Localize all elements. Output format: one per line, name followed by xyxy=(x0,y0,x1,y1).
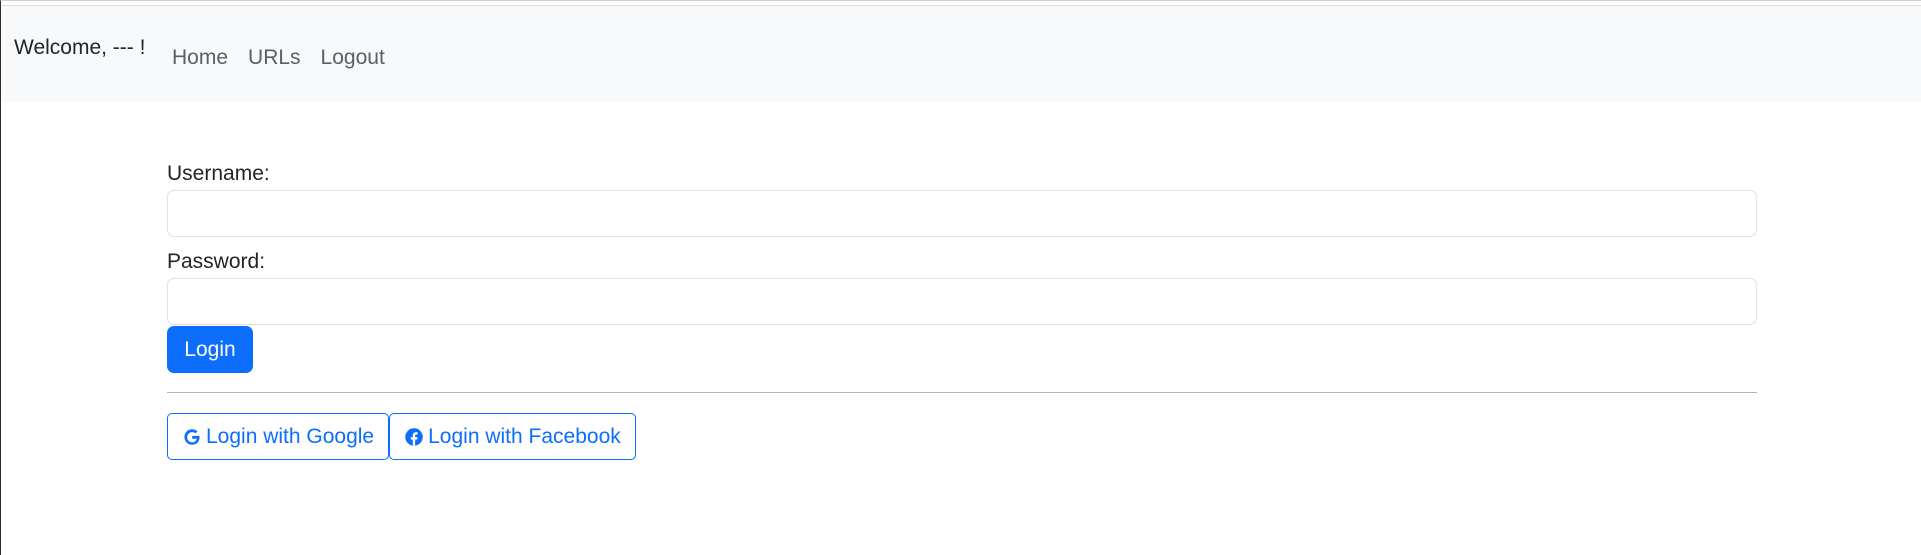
divider xyxy=(167,392,1757,393)
browser-viewport: Welcome, --- ! Home URLs Logout Username… xyxy=(0,0,1921,555)
login-with-google-button[interactable]: Login with Google xyxy=(167,413,390,460)
login-content: Username: Password: Login Login with Goo… xyxy=(167,161,1757,460)
login-form: Username: Password: Login xyxy=(167,161,1757,373)
nav-links: Home URLs Logout xyxy=(172,46,385,70)
username-group: Username: xyxy=(167,161,1757,237)
google-button-label: Login with Google xyxy=(206,424,375,448)
top-navbar: Welcome, --- ! Home URLs Logout xyxy=(2,5,1921,102)
nav-link-home[interactable]: Home xyxy=(172,46,228,70)
password-label: Password: xyxy=(167,250,266,273)
nav-link-urls[interactable]: URLs xyxy=(248,46,301,70)
facebook-icon xyxy=(404,427,424,447)
nav-link-logout[interactable]: Logout xyxy=(321,46,385,70)
social-login-row: Login with Google Login with Facebook xyxy=(167,413,1757,460)
welcome-message: Welcome, --- ! xyxy=(14,36,146,59)
password-group: Password: xyxy=(167,249,1757,325)
password-input[interactable] xyxy=(167,278,1757,325)
username-input[interactable] xyxy=(167,190,1757,237)
google-icon xyxy=(182,427,202,447)
login-with-facebook-button[interactable]: Login with Facebook xyxy=(389,413,636,460)
facebook-button-label: Login with Facebook xyxy=(428,424,621,448)
login-button[interactable]: Login xyxy=(167,326,253,373)
username-label: Username: xyxy=(167,162,270,185)
